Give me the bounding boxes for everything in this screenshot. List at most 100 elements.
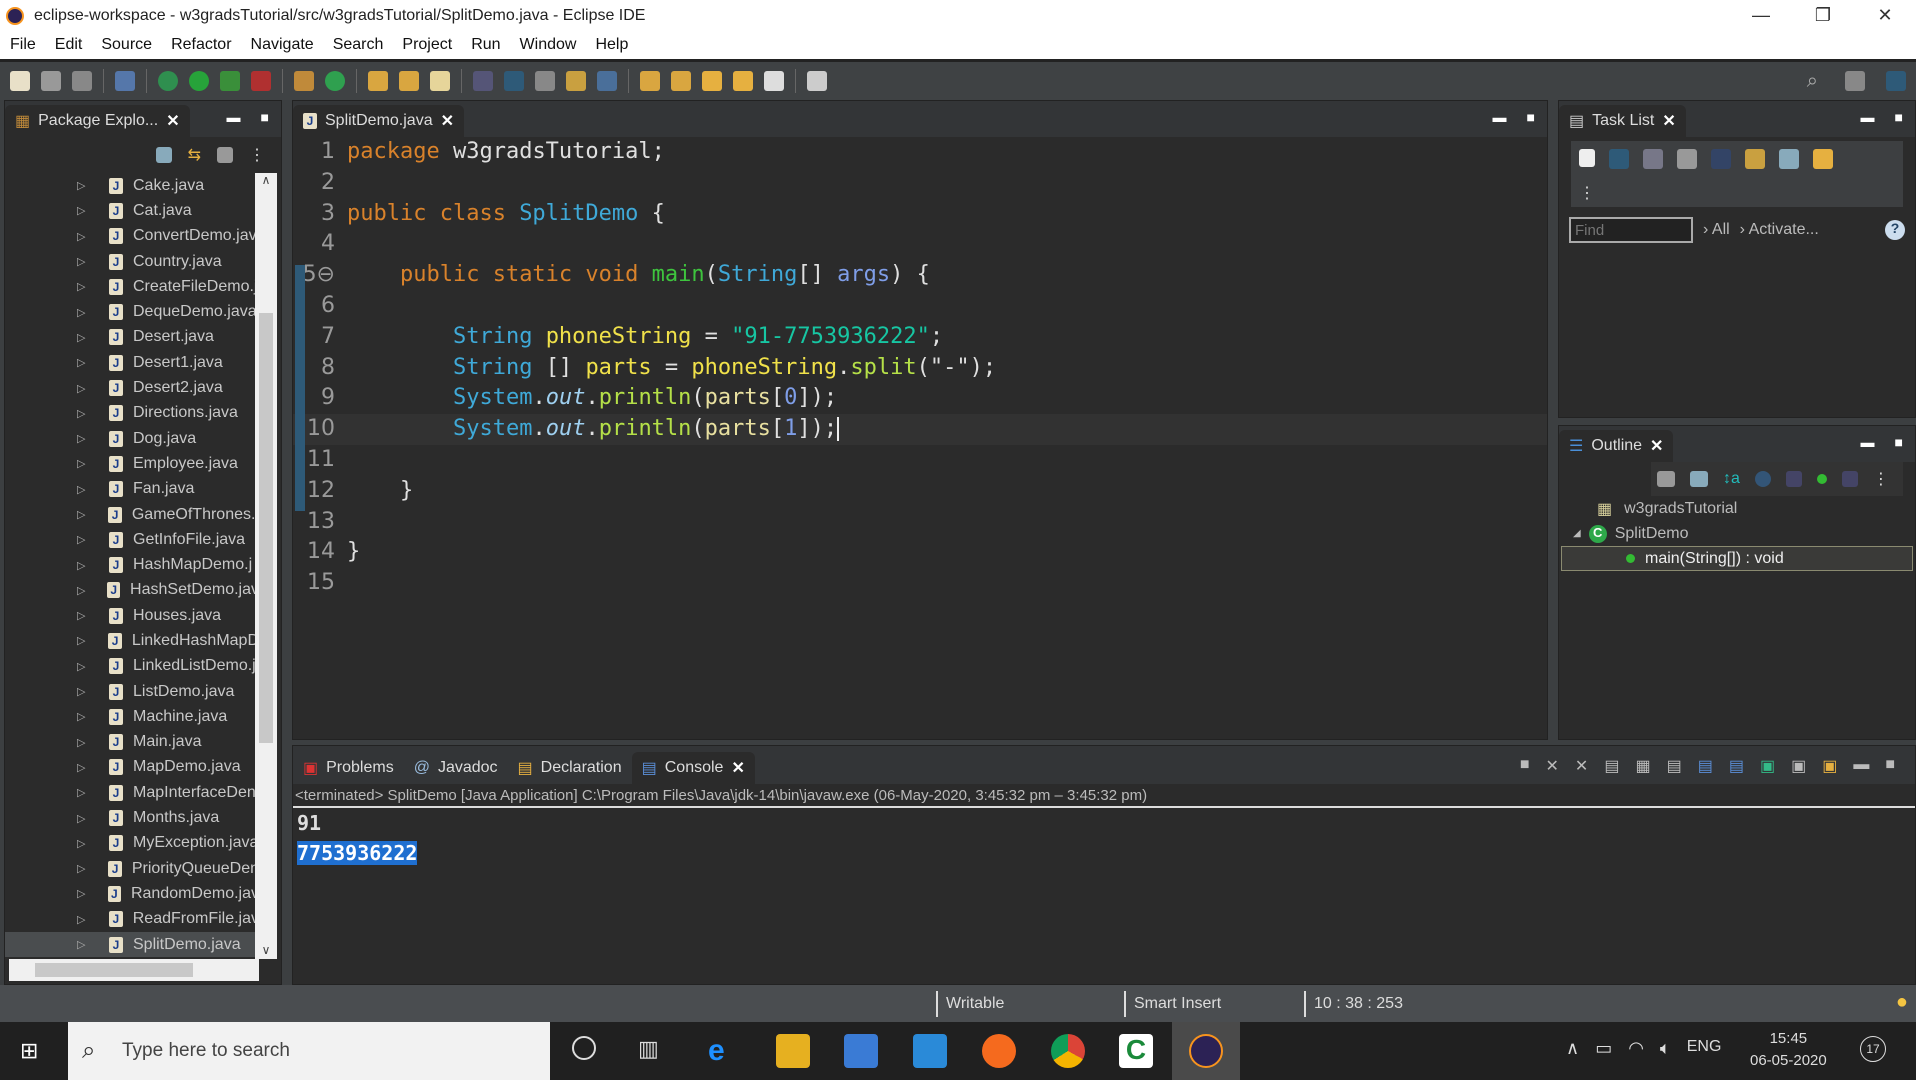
new-java-package-icon[interactable] (294, 71, 314, 91)
code-line[interactable]: 2 (293, 168, 1547, 199)
close-button[interactable]: ✕ (1854, 0, 1916, 31)
synchronize-icon[interactable] (1813, 149, 1833, 169)
remove-all-icon[interactable]: ✕ (1575, 756, 1588, 776)
new-task-icon[interactable] (1579, 149, 1595, 167)
search-icon[interactable]: ⌕ (1807, 70, 1818, 93)
package-tree-item[interactable]: ▷ J Cake.java (5, 173, 259, 198)
language-indicator[interactable]: ENG (1687, 1038, 1722, 1059)
expand-arrow-icon[interactable]: ▷ (77, 710, 95, 723)
package-tree-item[interactable]: ▷ J Machine.java (5, 704, 259, 729)
package-tree-item[interactable]: ▷ J Employee.java (5, 451, 259, 476)
close-icon[interactable]: ✕ (166, 111, 179, 131)
tab-declaration[interactable]: ▤ Declaration (508, 752, 632, 784)
expand-arrow-icon[interactable]: ▷ (77, 660, 95, 673)
view-menu-icon[interactable]: ⋮ (1873, 469, 1889, 489)
close-icon[interactable]: ✕ (731, 758, 744, 778)
collapse-all-icon[interactable] (1690, 471, 1708, 487)
code-line[interactable]: 13 (293, 507, 1547, 538)
new-java-class-icon[interactable] (325, 71, 345, 91)
close-icon[interactable]: ✕ (441, 111, 454, 131)
menu-window[interactable]: Window (520, 36, 577, 54)
show-on-error-icon[interactable]: ▤ (1729, 756, 1744, 776)
tab-splitdemo-java[interactable]: J SplitDemo.java ✕ (293, 105, 465, 137)
firefox-icon[interactable] (982, 1034, 1016, 1068)
expand-arrow-icon[interactable]: ▷ (77, 331, 95, 344)
outline-class[interactable]: ◢ C SplitDemo (1559, 521, 1915, 546)
package-tree-item[interactable]: ▷ J PriorityQueueDen (5, 856, 259, 881)
code-line[interactable]: 8 String [] parts = phoneString.split("-… (293, 353, 1547, 384)
menu-run[interactable]: Run (471, 36, 500, 54)
code-line[interactable]: 12 } (293, 476, 1547, 507)
code-line[interactable]: 9 System.out.println(parts[0]); (293, 383, 1547, 414)
next-annotation-icon[interactable] (640, 71, 660, 91)
maximize-icon[interactable]: ■ (261, 109, 269, 125)
search-tool-icon[interactable] (430, 71, 450, 91)
menu-file[interactable]: File (10, 36, 36, 54)
my-tasks-icon[interactable] (1745, 149, 1765, 169)
package-tree-item[interactable]: ▷ J Dog.java (5, 426, 259, 451)
package-tree-item[interactable]: ▷ J MapDemo.java (5, 755, 259, 780)
expand-arrow-icon[interactable]: ▷ (77, 685, 95, 698)
code-line[interactable]: 14} (293, 537, 1547, 568)
last-edit-icon[interactable] (702, 71, 722, 91)
pin-editor-icon[interactable] (807, 71, 827, 91)
vertical-scrollbar[interactable]: ∧ ∨ (255, 173, 277, 959)
package-tree-item[interactable]: ▷ J Cat.java (5, 198, 259, 223)
debug-icon[interactable] (158, 71, 178, 91)
expand-arrow-icon[interactable]: ▷ (77, 786, 95, 799)
volume-icon[interactable]: 🔈︎ (1660, 1038, 1671, 1059)
hide-non-public-icon[interactable] (1816, 474, 1827, 484)
forward-icon[interactable] (764, 71, 784, 91)
code-line[interactable]: 10 System. out. println(parts[1]); (293, 414, 1547, 445)
coverage-icon[interactable] (220, 71, 240, 91)
maximize-icon[interactable]: ■ (1895, 434, 1903, 450)
windows-start-icon[interactable]: ⊞ (20, 1038, 38, 1064)
expand-arrow-icon[interactable]: ▷ (77, 862, 94, 875)
terminate-icon[interactable]: ■ (1520, 756, 1530, 776)
activate-link[interactable]: › Activate... (1740, 221, 1819, 239)
code-line[interactable]: 11 (293, 445, 1547, 476)
scrollbar-thumb[interactable] (35, 963, 193, 977)
package-tree-item[interactable]: ▷ J MyException.java (5, 831, 259, 856)
restore-button[interactable]: ❐ (1792, 0, 1854, 31)
help-icon[interactable]: ? (1885, 220, 1905, 240)
expand-arrow-icon[interactable]: ▷ (77, 483, 95, 496)
wifi-icon[interactable]: ◠ (1628, 1038, 1644, 1059)
scrollbar-thumb[interactable] (259, 313, 273, 743)
code-line[interactable]: 15 (293, 568, 1547, 599)
expand-arrow-icon[interactable]: ▷ (77, 356, 95, 369)
view-menu-icon[interactable]: ⋮ (249, 145, 265, 165)
code-line[interactable]: 4 (293, 229, 1547, 260)
open-perspective-icon[interactable] (1845, 71, 1865, 91)
package-tree-item[interactable]: ▷ J Directions.java (5, 401, 259, 426)
outline-package[interactable]: ▦ w3gradsTutorial (1559, 496, 1915, 521)
word-wrap-icon[interactable]: ▤ (1667, 756, 1682, 776)
package-tree-item[interactable]: ▷ J SplitDemo.java (5, 931, 259, 958)
expand-arrow-icon[interactable]: ▷ (77, 812, 95, 825)
menu-edit[interactable]: Edit (55, 36, 83, 54)
close-icon[interactable]: ✕ (1662, 111, 1675, 131)
expand-arrow-icon[interactable]: ▷ (77, 887, 94, 900)
filter-icon[interactable] (1677, 149, 1697, 169)
code-area[interactable]: 1 package w3gradsTutorial; 2 3 public class … (293, 137, 1547, 739)
outline-method[interactable]: main(String[]) : void (1561, 546, 1913, 571)
categorized-icon[interactable] (1609, 149, 1629, 169)
minimize-icon[interactable]: ▬ (1861, 109, 1875, 125)
store-icon[interactable] (844, 1034, 878, 1068)
edge-icon[interactable]: e (708, 1034, 742, 1068)
package-tree-item[interactable]: ▷ J LinkedHashMapD (5, 628, 259, 653)
open-console-icon[interactable]: ▣ (1822, 756, 1837, 776)
package-tree-item[interactable]: ▷ J MapInterfaceDen (5, 780, 259, 805)
link-with-editor-icon[interactable]: ⇆ (188, 145, 201, 165)
block-selection-icon[interactable] (535, 71, 555, 91)
cortana-icon[interactable] (572, 1036, 596, 1060)
horizontal-scrollbar[interactable] (9, 959, 259, 981)
notifications-badge[interactable]: 17 (1860, 1036, 1886, 1062)
expand-arrow-icon[interactable]: ▷ (77, 938, 95, 951)
code-line[interactable]: 7 String phoneString = "91-7753936222"; (293, 322, 1547, 353)
remove-launch-icon[interactable]: ✕ (1546, 756, 1559, 776)
expand-arrow-icon[interactable]: ▷ (77, 634, 94, 647)
eclipse-taskbar-button[interactable] (1172, 1022, 1240, 1080)
file-explorer-icon[interactable] (776, 1034, 810, 1068)
package-tree-item[interactable]: ▷ J ListDemo.java (5, 679, 259, 704)
